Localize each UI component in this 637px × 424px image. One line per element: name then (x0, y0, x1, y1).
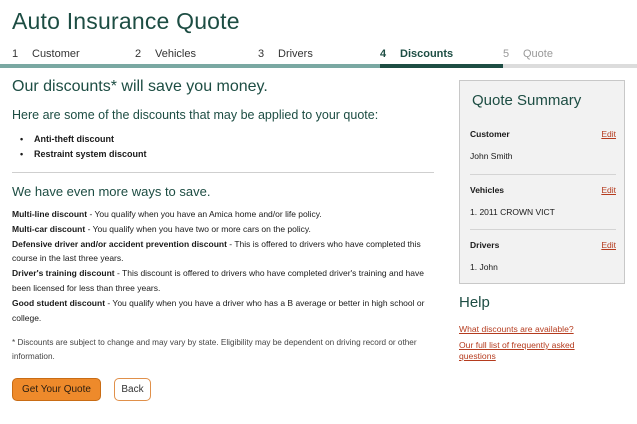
discount-text: - You qualify when you have two or more … (85, 223, 311, 234)
discount-name: Defensive driver and/or accident prevent… (12, 238, 227, 249)
step-label: Drivers (278, 48, 313, 60)
discount-description: Good student discount - You qualify when… (12, 296, 436, 326)
step-label: Customer (32, 48, 80, 60)
step-drivers[interactable]: 3 Drivers (258, 44, 380, 68)
progress-steps: 1 Customer 2 Vehicles 3 Drivers 4 Discounts … (0, 44, 637, 68)
divider (470, 174, 616, 175)
back-button[interactable]: Back (114, 378, 151, 401)
help-link-faq[interactable]: Our full list of frequently asked questi… (459, 340, 599, 362)
discount-text: - You qualify when you have an Amica hom… (87, 209, 322, 219)
discount-name: Multi-car discount (12, 223, 86, 234)
step-label: Quote (523, 48, 553, 60)
discount-description: Multi-car discount - You qualify when yo… (12, 222, 436, 237)
step-bar (0, 64, 124, 68)
quote-summary-panel: Quote Summary Customer Edit John Smith V… (459, 80, 625, 284)
more-discounts-list: Multi-line discount - You qualify when y… (12, 207, 436, 325)
help-title: Help (459, 294, 490, 311)
step-discounts: 4 Discounts (380, 44, 503, 68)
step-number: 2 (135, 48, 142, 60)
step-label: Vehicles (155, 48, 196, 60)
summary-vehicles: Vehicles Edit 1. 2011 CROWN VICT (470, 185, 616, 217)
step-number: 3 (258, 48, 265, 60)
divider (12, 172, 434, 173)
discount-description: Defensive driver and/or accident prevent… (12, 237, 436, 267)
step-number: 4 (380, 48, 387, 60)
edit-customer-link[interactable]: Edit (601, 129, 616, 139)
discounts-footnote: * Discounts are subject to change and ma… (12, 338, 417, 362)
summary-drivers-label: Drivers (470, 240, 500, 250)
summary-customer: Customer Edit John Smith (470, 129, 616, 161)
list-item: Restraint system discount (20, 147, 436, 162)
step-customer[interactable]: 1 Customer (0, 44, 124, 68)
step-label: Discounts (400, 48, 454, 60)
step-number: 5 (503, 48, 510, 60)
summary-vehicles-value: 1. 2011 CROWN VICT (470, 207, 555, 217)
applied-discounts-list: Anti-theft discount Restraint system dis… (20, 132, 436, 162)
edit-vehicles-link[interactable]: Edit (601, 185, 616, 195)
discount-description: Multi-line discount - You qualify when y… (12, 207, 436, 222)
list-item: Anti-theft discount (20, 132, 436, 147)
discount-description: Driver's training discount - This discou… (12, 266, 436, 296)
discount-name: Multi-line discount (12, 209, 88, 219)
discounts-content: Our discounts* will save you money. Here… (12, 78, 436, 364)
step-bar (124, 64, 258, 68)
discount-name: Good student discount (12, 297, 106, 308)
discounts-intro: Here are some of the discounts that may … (12, 108, 379, 122)
help-link-discounts[interactable]: What discounts are available? (459, 324, 599, 335)
step-vehicles[interactable]: 2 Vehicles (124, 44, 258, 68)
step-bar (380, 64, 503, 68)
get-your-quote-button[interactable]: Get Your Quote (12, 378, 101, 401)
divider (470, 229, 616, 230)
summary-customer-value: John Smith (470, 151, 513, 161)
summary-drivers: Drivers Edit 1. John (470, 240, 616, 272)
step-bar (503, 64, 637, 68)
discount-name: Driver's training discount (12, 268, 115, 279)
step-bar (258, 64, 380, 68)
summary-vehicles-label: Vehicles (470, 185, 505, 195)
edit-drivers-link[interactable]: Edit (601, 240, 616, 250)
summary-drivers-value: 1. John (470, 262, 498, 272)
quote-summary-title: Quote Summary (472, 92, 582, 109)
step-number: 1 (12, 48, 19, 60)
page-title: Auto Insurance Quote (12, 8, 240, 34)
discounts-headline: Our discounts* will save you money. (12, 78, 268, 95)
summary-customer-label: Customer (470, 129, 510, 139)
step-quote: 5 Quote (503, 44, 637, 68)
more-discounts-heading: We have even more ways to save. (12, 184, 211, 199)
